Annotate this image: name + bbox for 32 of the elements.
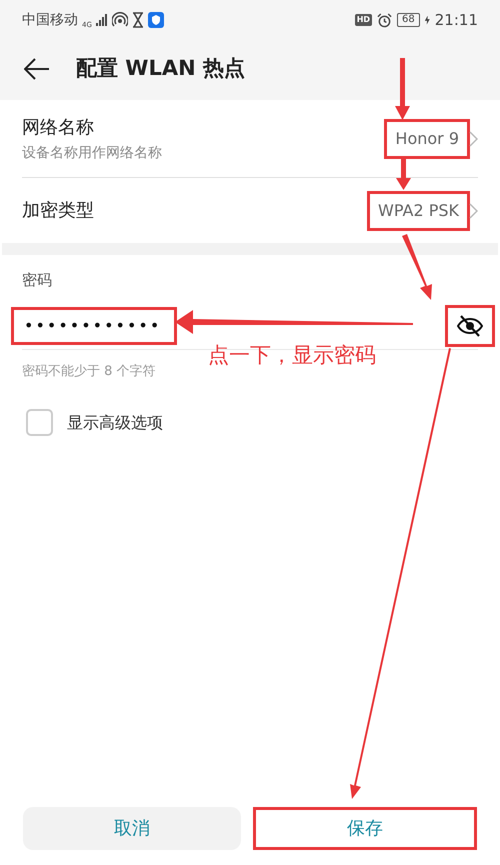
- setting-value: WPA2 PSK: [370, 194, 467, 228]
- hd-badge: HD: [354, 14, 372, 26]
- setting-row[interactable]: 网络名称 设备名称用作网络名称 Honor 9: [22, 100, 478, 178]
- arrow: [402, 234, 432, 300]
- password-hint: 密码不能少于 8 个字符: [22, 362, 156, 380]
- chevron-icon: [469, 202, 478, 218]
- shield-icon: [148, 12, 164, 28]
- dialog-button[interactable]: 取消: [23, 807, 241, 850]
- setting-value: Honor 9: [387, 122, 467, 156]
- setting-description: 设备名称用作网络名称: [22, 144, 162, 162]
- checkbox-label: 显示高级选项: [67, 412, 163, 434]
- setting-row[interactable]: 加密类型 WPA2 PSK: [22, 178, 478, 243]
- password-label: 密码: [22, 270, 53, 291]
- signal-icon: [96, 14, 108, 26]
- checkbox[interactable]: [26, 409, 53, 436]
- chevron-icon: [469, 130, 478, 146]
- hourglass-icon: [132, 12, 144, 28]
- back-icon[interactable]: [24, 58, 50, 80]
- hotspot-icon: [112, 12, 128, 28]
- battery-level: 68: [397, 13, 420, 27]
- annotation-text: 点一下，显示密码: [208, 342, 376, 369]
- page-title: 配置 WLAN 热点: [76, 55, 245, 82]
- setting-label: 网络名称: [22, 116, 95, 140]
- carrier-name: 中国移动: [22, 10, 78, 30]
- eye-off-icon[interactable]: [448, 308, 492, 344]
- alarm-icon: [377, 12, 392, 28]
- dialog-button[interactable]: 保存: [253, 807, 477, 850]
- setting-label: 加密类型: [22, 199, 94, 223]
- arrow: [395, 58, 410, 120]
- arrow: [396, 156, 411, 190]
- password-field[interactable]: ••••••••••••: [14, 310, 174, 342]
- clock-time: 21:11: [434, 10, 478, 31]
